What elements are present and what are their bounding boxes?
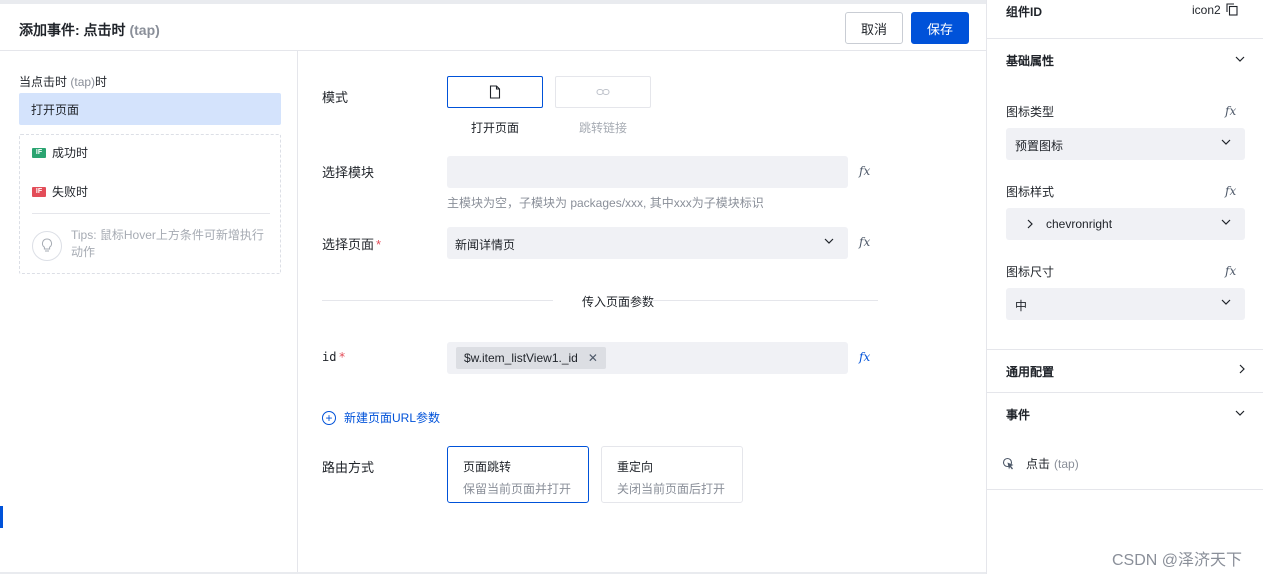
chevron-down-icon xyxy=(824,238,834,244)
divider xyxy=(987,489,1263,490)
icon-type-fx-icon[interactable]: fx xyxy=(1225,104,1236,118)
action-config-pane: 模式 打开页面 跳转链接 选择模块 fx 主模块为空，子模块为 packages… xyxy=(298,51,986,572)
divider xyxy=(987,349,1263,350)
route-option-redirect[interactable]: 重定向 关闭当前页面后打开 xyxy=(601,446,743,503)
condition-success[interactable]: IF 成功时 xyxy=(32,144,88,161)
add-event-modal: 添加事件: 点击时 (tap) 取消 保存 当点击时 (tap)时 打开页面 I… xyxy=(0,4,986,572)
component-id-value: icon2 xyxy=(1192,3,1221,17)
icon-style-label: 图标样式 xyxy=(1006,185,1055,199)
divider xyxy=(987,392,1263,393)
basic-section-title[interactable]: 基础属性 xyxy=(1006,52,1054,69)
component-id-label: 组件ID xyxy=(1006,5,1043,19)
param-id-label: id * xyxy=(322,350,346,364)
tap-icon xyxy=(1002,457,1014,469)
tips-text: Tips: 鼠标Hover上方条件可新增执行动作 xyxy=(71,228,264,259)
modal-title: 添加事件: 点击时 (tap) xyxy=(19,22,160,38)
condition-box: IF 成功时 IF 失败时 Tips: 鼠标Hover上方条件可新增执行动作 xyxy=(19,134,281,274)
chevron-down-icon xyxy=(1221,219,1231,225)
icon-size-fx-icon[interactable]: fx xyxy=(1225,264,1236,278)
selection-marker xyxy=(0,506,3,528)
module-label: 选择模块 xyxy=(322,165,375,180)
file-icon xyxy=(489,85,501,99)
copy-icon[interactable] xyxy=(1226,3,1238,16)
divider xyxy=(987,38,1263,39)
chevron-right-icon xyxy=(1027,219,1033,229)
icon-type-label: 图标类型 xyxy=(1006,105,1055,119)
cancel-button[interactable]: 取消 xyxy=(845,12,903,44)
link-icon xyxy=(596,88,610,96)
module-input[interactable] xyxy=(447,156,848,188)
module-fx-icon[interactable]: fx xyxy=(859,164,870,178)
params-divider-left xyxy=(322,300,553,301)
if-fail-badge: IF xyxy=(32,186,46,197)
route-option-navigate[interactable]: 页面跳转 保留当前页面并打开 xyxy=(447,446,589,503)
events-section-title[interactable]: 事件 xyxy=(1006,406,1030,423)
page-fx-icon[interactable]: fx xyxy=(859,235,870,249)
lightbulb-icon xyxy=(32,231,62,261)
condition-divider xyxy=(32,213,270,214)
icon-style-select[interactable]: chevronright xyxy=(1006,208,1245,240)
mode-option-link-label: 跳转链接 xyxy=(578,121,627,135)
icon-size-label: 图标尺寸 xyxy=(1006,265,1055,279)
event-item-tap[interactable]: 点击 (tap) xyxy=(1002,455,1079,472)
trigger-label: 当点击时 (tap)时 xyxy=(19,75,108,89)
chevron-down-icon[interactable] xyxy=(1235,56,1245,62)
action-item-open-page[interactable]: 打开页面 xyxy=(19,93,281,125)
action-tree-pane: 当点击时 (tap)时 打开页面 IF 成功时 IF 失败时 Tips: 鼠标H… xyxy=(0,51,298,572)
save-button[interactable]: 保存 xyxy=(911,12,969,44)
if-success-badge: IF xyxy=(32,147,46,158)
module-hint: 主模块为空，子模块为 packages/xxx, 其中xxx为子模块标识 xyxy=(447,196,764,210)
plus-circle-icon: + xyxy=(322,410,336,425)
general-section-title[interactable]: 通用配置 xyxy=(1006,363,1054,380)
chevron-down-icon[interactable] xyxy=(1235,410,1245,416)
add-url-param-button[interactable]: + 新建页面URL参数 xyxy=(322,409,440,426)
condition-fail[interactable]: IF 失败时 xyxy=(32,183,88,200)
icon-style-fx-icon[interactable]: fx xyxy=(1225,184,1236,198)
modal-title-sub: (tap) xyxy=(129,22,160,38)
param-tag: $w.item_listView1._id ✕ xyxy=(456,347,606,369)
icon-size-select[interactable]: 中 xyxy=(1006,288,1245,320)
mode-option-open-page-label: 打开页面 xyxy=(470,121,519,135)
mode-option-open-page[interactable] xyxy=(447,76,543,108)
page-select[interactable]: 新闻详情页 xyxy=(447,227,848,259)
params-section-title: 传入页面参数 xyxy=(581,295,654,309)
param-fx-icon[interactable]: fx xyxy=(859,350,870,364)
tag-close-icon[interactable]: ✕ xyxy=(588,351,598,365)
mode-label: 模式 xyxy=(322,90,349,105)
page-label: 选择页面 * xyxy=(322,237,382,252)
param-id-input[interactable]: $w.item_listView1._id ✕ xyxy=(447,342,848,374)
modal-header: 添加事件: 点击时 (tap) 取消 保存 xyxy=(0,4,986,51)
watermark: CSDN @泽济天下 xyxy=(1112,552,1243,569)
route-label: 路由方式 xyxy=(322,460,375,475)
chevron-right-icon[interactable] xyxy=(1239,364,1245,374)
chevron-down-icon xyxy=(1221,299,1231,305)
chevron-down-icon xyxy=(1221,139,1231,145)
icon-type-select[interactable]: 预置图标 xyxy=(1006,128,1245,160)
mode-option-link[interactable] xyxy=(555,76,651,108)
params-divider-right xyxy=(648,300,878,301)
property-panel: 组件ID icon2 基础属性 图标类型 fx 预置图标 图标样式 fx che… xyxy=(986,0,1263,574)
